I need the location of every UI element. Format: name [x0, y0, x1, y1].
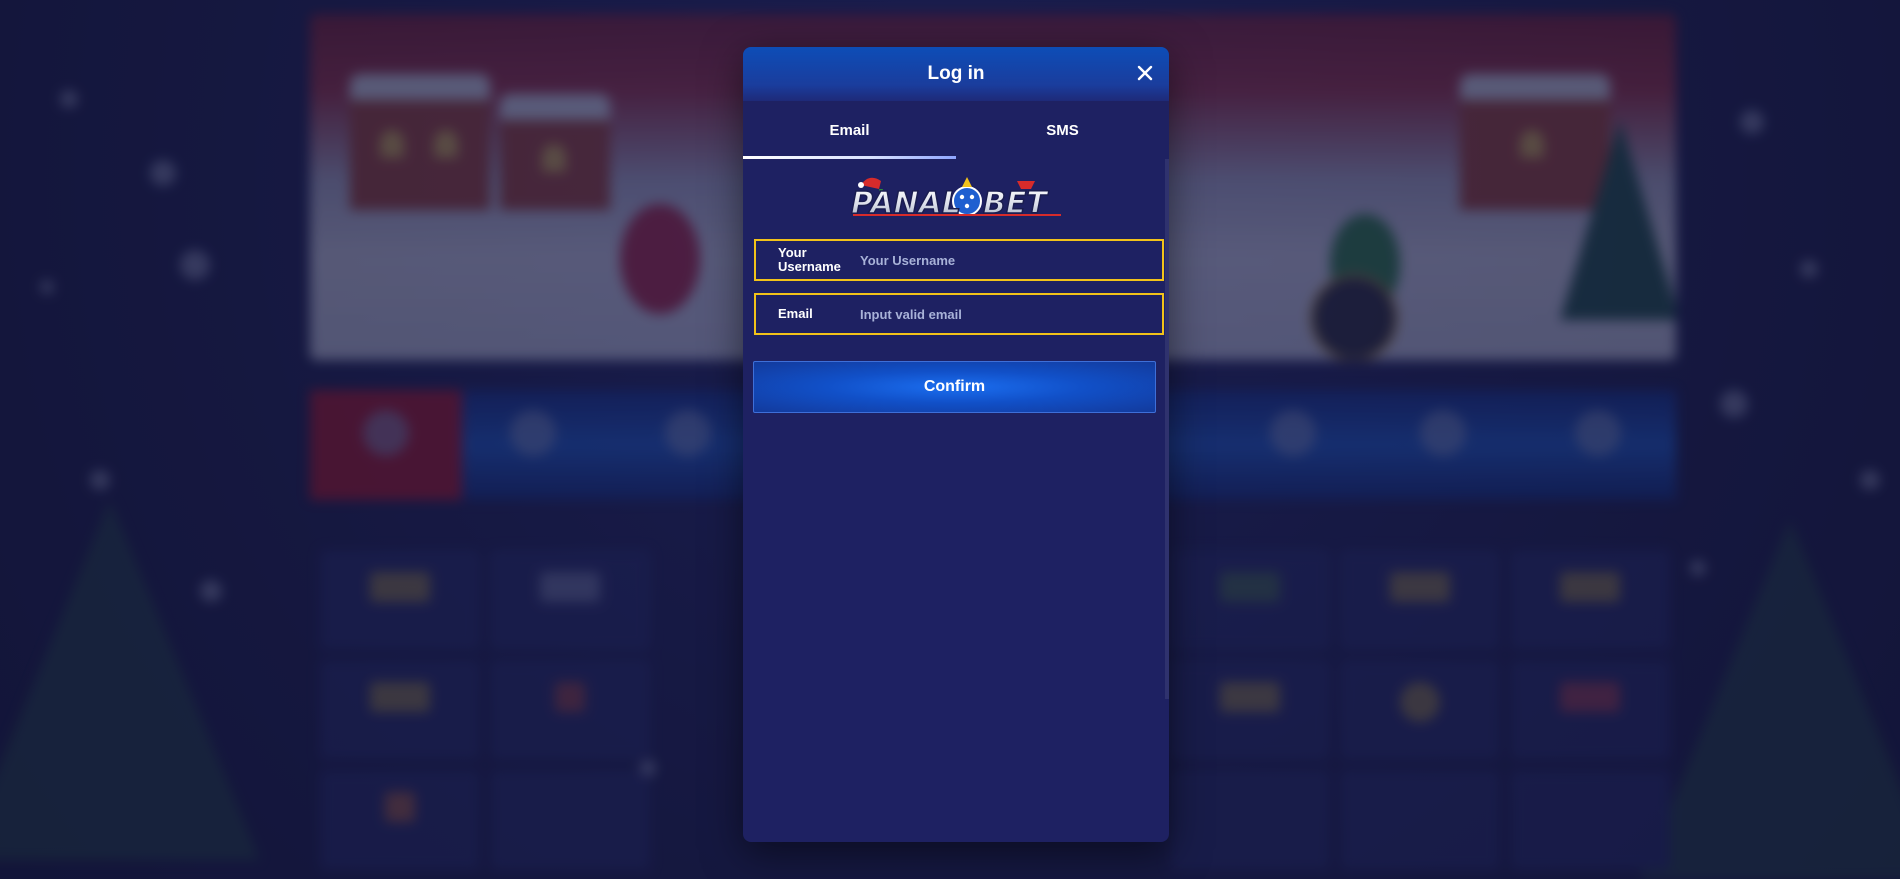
- tab-sms[interactable]: SMS: [956, 101, 1169, 159]
- login-modal: Log in Email SMS PANAL BET Your Username…: [743, 47, 1169, 842]
- brand-logo: PANAL BET: [743, 159, 1169, 239]
- email-field: Email: [754, 293, 1164, 335]
- close-button[interactable]: [1131, 59, 1159, 87]
- login-method-tabs: Email SMS: [743, 101, 1169, 159]
- modal-scrollbar[interactable]: [1165, 159, 1169, 699]
- login-page: Log in Email SMS PANAL BET Your Username…: [0, 0, 1900, 879]
- email-label: Email: [778, 306, 813, 321]
- username-field: Your Username: [754, 239, 1164, 281]
- username-input[interactable]: [858, 241, 1162, 279]
- tab-email[interactable]: Email: [743, 101, 956, 159]
- tab-sms-label: SMS: [1046, 121, 1079, 139]
- email-input[interactable]: [858, 295, 1162, 333]
- modal-header: Log in: [743, 47, 1169, 101]
- confirm-button[interactable]: Confirm: [753, 361, 1156, 413]
- panalobet-logo: PANAL BET: [850, 177, 1061, 222]
- username-label: Your Username: [778, 245, 841, 274]
- close-icon: [1137, 65, 1153, 81]
- tab-email-label: Email: [829, 121, 870, 139]
- modal-title: Log in: [927, 63, 985, 84]
